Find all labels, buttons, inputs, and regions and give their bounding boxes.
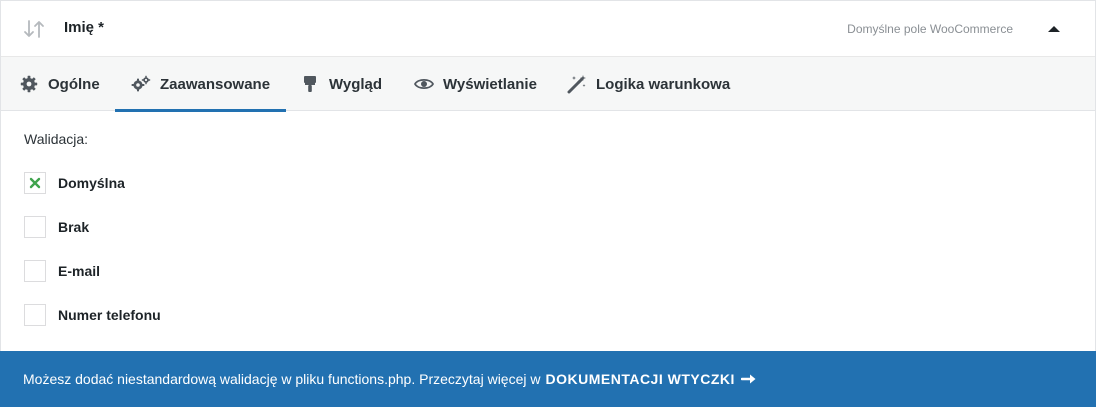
magic-wand-icon xyxy=(567,74,587,94)
field-header[interactable]: Imię * Domyślne pole WooCommerce xyxy=(1,1,1095,57)
arrow-right-icon xyxy=(740,373,757,385)
eye-icon xyxy=(414,74,434,94)
validation-option-email[interactable]: E-mail xyxy=(24,260,100,282)
notice-text: Możesz dodać niestandardową walidację w … xyxy=(23,371,541,387)
validation-option-phone[interactable]: Numer telefonu xyxy=(24,304,161,326)
validation-option-none[interactable]: Brak xyxy=(24,216,89,238)
option-label: Numer telefonu xyxy=(58,307,161,323)
validation-option-default[interactable]: Domyślna xyxy=(24,172,125,194)
option-label: Domyślna xyxy=(58,175,125,191)
tab-conditional-logic[interactable]: Logika warunkowa xyxy=(567,57,730,111)
gears-icon xyxy=(131,74,151,94)
paint-roller-icon xyxy=(300,74,320,94)
tab-label: Zaawansowane xyxy=(160,75,271,93)
tab-label: Wyświetlanie xyxy=(443,75,537,93)
checkbox-checked[interactable] xyxy=(24,172,46,194)
documentation-link-label: DOKUMENTACJI WTYCZKI xyxy=(545,371,735,387)
option-label: E-mail xyxy=(58,263,101,279)
check-x-icon xyxy=(29,177,41,189)
tab-appearance[interactable]: Wygląd xyxy=(300,57,382,111)
info-notice: Możesz dodać niestandardową walidację w … xyxy=(0,351,1096,407)
validation-label: Walidacja: xyxy=(24,131,89,147)
tab-display[interactable]: Wyświetlanie xyxy=(414,57,537,111)
checkbox-unchecked[interactable] xyxy=(24,260,46,282)
tab-label: Ogólne xyxy=(48,75,100,93)
gear-icon xyxy=(19,74,39,94)
checkbox-unchecked[interactable] xyxy=(24,216,46,238)
documentation-link[interactable]: DOKUMENTACJI WTYCZKI xyxy=(545,371,756,387)
sort-arrows-icon[interactable] xyxy=(23,18,45,40)
caret-up-icon[interactable] xyxy=(1045,21,1063,37)
tab-general[interactable]: Ogólne xyxy=(19,57,100,111)
settings-tabs: Ogólne Zaawansowane Wygląd Wyświetlanie … xyxy=(1,57,1095,112)
option-label: Brak xyxy=(58,219,90,235)
field-source-label: Domyślne pole WooCommerce xyxy=(847,22,1013,36)
checkbox-unchecked[interactable] xyxy=(24,304,46,326)
field-settings-panel: Imię * Domyślne pole WooCommerce Ogólne … xyxy=(0,0,1096,407)
tab-label: Wygląd xyxy=(329,75,383,93)
tab-label: Logika warunkowa xyxy=(596,75,731,93)
tab-advanced[interactable]: Zaawansowane xyxy=(115,57,287,112)
field-title: Imię * xyxy=(64,19,105,36)
